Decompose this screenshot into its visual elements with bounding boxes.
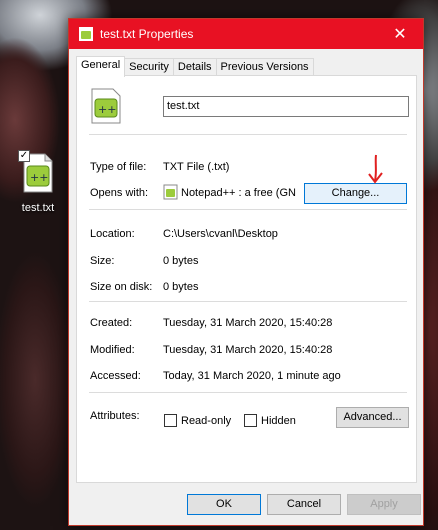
file-name-input[interactable]: test.txt <box>163 96 409 117</box>
size-label: Size: <box>90 255 115 267</box>
size-on-disk-label: Size on disk: <box>90 281 153 293</box>
title-bar[interactable]: test.txt Properties ✕ <box>69 19 423 49</box>
desktop-icon-label: test.txt <box>21 202 55 214</box>
advanced-button[interactable]: Advanced... <box>336 407 409 428</box>
window-title: test.txt Properties <box>100 27 194 41</box>
hidden-checkbox[interactable]: Hidden <box>244 414 296 427</box>
location-value: C:\Users\cvanl\Desktop <box>163 228 278 240</box>
created-value: Tuesday, 31 March 2020, 15:40:28 <box>163 317 333 329</box>
desktop-file-icon[interactable]: ++ ✓ test.txt <box>10 150 66 214</box>
checkbox-box[interactable] <box>164 414 177 427</box>
notepad-plus-plus-icon: ++ <box>90 87 124 125</box>
size-on-disk-value: 0 bytes <box>163 281 199 293</box>
divider <box>89 392 407 393</box>
opens-with-label: Opens with: <box>90 187 149 199</box>
size-value: 0 bytes <box>163 255 199 267</box>
change-button[interactable]: Change... <box>304 183 407 204</box>
apply-button[interactable]: Apply <box>347 494 421 515</box>
annotation-arrow-icon <box>368 154 383 184</box>
type-value: TXT File (.txt) <box>163 161 230 173</box>
accessed-label: Accessed: <box>90 370 141 382</box>
notepad-plus-plus-icon <box>79 27 93 41</box>
checkbox-overlay-icon: ✓ <box>18 150 30 162</box>
notepad-plus-plus-icon: ++ ✓ <box>18 150 55 194</box>
checkbox-box[interactable] <box>244 414 257 427</box>
readonly-checkbox[interactable]: Read-only <box>164 414 231 427</box>
accessed-value: Today, 31 March 2020, 1 minute ago <box>163 370 341 382</box>
properties-dialog: test.txt Properties ✕ General Security D… <box>68 18 424 526</box>
modified-value: Tuesday, 31 March 2020, 15:40:28 <box>163 344 333 356</box>
attributes-label: Attributes: <box>90 410 140 422</box>
location-label: Location: <box>90 228 135 240</box>
modified-label: Modified: <box>90 344 135 356</box>
created-label: Created: <box>90 317 133 329</box>
general-panel: ++ test.txt Type of file: TXT File (.txt… <box>76 75 417 483</box>
type-label: Type of file: <box>90 161 147 173</box>
cancel-button[interactable]: Cancel <box>267 494 341 515</box>
notepad-plus-plus-icon <box>163 184 178 200</box>
tab-general[interactable]: General <box>76 56 126 77</box>
divider <box>89 209 407 210</box>
close-icon[interactable]: ✕ <box>377 19 423 49</box>
readonly-label: Read-only <box>181 414 232 427</box>
tab-strip: General Security Details Previous Versio… <box>76 56 314 77</box>
hidden-label: Hidden <box>261 414 296 427</box>
opens-with-value: Notepad++ : a free (GN <box>181 187 296 199</box>
svg-text:++: ++ <box>98 103 116 116</box>
divider <box>89 301 407 302</box>
divider <box>89 134 407 135</box>
svg-text:++: ++ <box>30 171 48 184</box>
ok-button[interactable]: OK <box>187 494 261 515</box>
